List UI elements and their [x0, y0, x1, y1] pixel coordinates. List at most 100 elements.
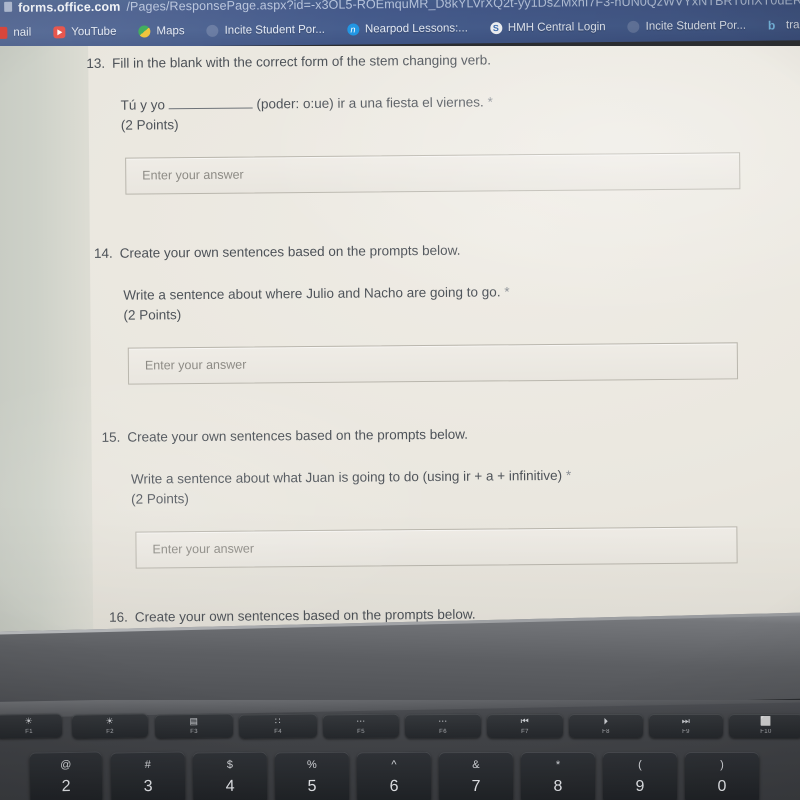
question-title-row: 15. Create your own sentences based on t…: [0, 423, 774, 448]
prompt-text-after-blank: (poder: o:ue) ir a una fiesta el viernes…: [252, 94, 484, 112]
key-shift-symbol: @: [60, 758, 72, 772]
answer-input-13[interactable]: Enter your answer: [125, 152, 741, 195]
browser-viewport: 13. Fill in the blank with the correct f…: [0, 46, 800, 646]
key-digit: 0: [717, 778, 727, 795]
key-shift-symbol: ^: [391, 758, 397, 772]
question-title: Create your own sentences based on the p…: [119, 242, 461, 261]
key-7[interactable]: & 7: [438, 751, 514, 800]
key-shift-symbol: #: [144, 758, 151, 772]
bookmark-label: YouTube: [71, 25, 117, 39]
key-shift-symbol: ): [720, 759, 724, 771]
laptop-keyboard-deck: ☀ F1 ☀ F2 ▤ F3 ∷ F4 ⋯ F5 ⋯ F6 ⏮ F7 ⏵ F8 ⏭ F9 ⬜ F10…: [0, 700, 800, 800]
key-f2[interactable]: ☀ F2: [71, 713, 149, 739]
bookmark-hmh-central-login[interactable]: HMH Central Login: [479, 21, 617, 35]
key-symbol: ⏮: [520, 715, 530, 727]
bookmark-nearpod[interactable]: Nearpod Lessons:...: [336, 22, 479, 36]
question-number: 14.: [93, 245, 113, 261]
key-symbol: ☀: [24, 715, 34, 727]
key-f9[interactable]: ⏭ F9: [649, 714, 723, 738]
key-label: F3: [190, 728, 199, 736]
key-f10[interactable]: ⬜ F10: [729, 714, 800, 738]
bookmark-maps[interactable]: Maps: [127, 25, 195, 38]
key-digit: 2: [61, 777, 71, 796]
key-digit: 7: [471, 777, 481, 796]
bookmark-label: Incite Student Por...: [224, 23, 326, 37]
key-digit: 8: [553, 778, 563, 795]
key-symbol: ⋯: [438, 715, 448, 727]
key-f7[interactable]: ⏮ F7: [486, 713, 564, 739]
question-title: Create your own sentences based on the p…: [127, 426, 469, 445]
gmail-icon: [0, 26, 8, 39]
key-3[interactable]: #3: [110, 751, 186, 800]
key-5[interactable]: % 5: [274, 751, 350, 800]
bookmark-translate-bing[interactable]: b translate - Bing: [757, 18, 800, 32]
bookmark-label: translate - Bing: [785, 18, 800, 32]
number-key-row: @2 #3 $4 % 5 ^ 6 & 7 * 8 (9 ) 0: [0, 744, 800, 800]
question-14: 14. Create your own sentences based on t…: [0, 239, 773, 386]
key-digit: 3: [143, 777, 153, 796]
prompt-text: Write a sentence about where Julio and N…: [123, 284, 501, 303]
url-path: /Pages/ResponsePage.aspx?id=-x3OL5-ROEmq…: [126, 0, 800, 14]
question-15: 15. Create your own sentences based on t…: [0, 423, 775, 570]
key-2[interactable]: @2: [29, 751, 103, 800]
question-title-row: 13. Fill in the blank with the correct f…: [0, 49, 770, 74]
key-f6[interactable]: ⋯ F6: [404, 713, 482, 739]
laptop-photo: forms.office.com/Pages/ResponsePage.aspx…: [0, 0, 800, 800]
form-page: 13. Fill in the blank with the correct f…: [0, 46, 800, 646]
bookmark-label: Nearpod Lessons:...: [364, 22, 468, 36]
bookmark-incite-student-portal-2[interactable]: Incite Student Por...: [617, 20, 757, 33]
answer-placeholder: Enter your answer: [142, 167, 244, 183]
required-asterisk: *: [487, 94, 493, 110]
question-13: 13. Fill in the blank with the correct f…: [0, 49, 771, 196]
bookmark-label: Maps: [156, 25, 185, 38]
generic-favicon-icon: [206, 24, 219, 37]
key-f3[interactable]: ▤ F3: [154, 713, 234, 739]
key-shift-symbol: (: [638, 759, 642, 771]
required-asterisk: *: [565, 467, 572, 484]
key-label: F5: [357, 728, 366, 736]
bookmark-label: nail: [13, 26, 32, 39]
key-shift-symbol: &: [472, 758, 480, 772]
key-symbol: ▤: [189, 715, 199, 727]
question-title-row: 14. Create your own sentences based on t…: [0, 239, 772, 264]
bookmark-youtube[interactable]: YouTube: [42, 26, 127, 39]
key-f8[interactable]: ⏵ F8: [569, 714, 643, 738]
key-f5[interactable]: ⋯ F5: [322, 713, 400, 739]
key-label: F2: [106, 728, 115, 736]
points-label: (2 Points): [120, 117, 179, 134]
key-label: F9: [682, 729, 690, 735]
key-8[interactable]: * 8: [521, 752, 595, 800]
fill-in-blank-line: [168, 107, 253, 110]
key-label: F8: [602, 729, 610, 735]
question-number: 15.: [101, 429, 121, 445]
generic-favicon-icon: [627, 20, 640, 33]
key-label: F7: [521, 728, 529, 736]
key-symbol: ⋯: [356, 715, 366, 727]
question-number: 16.: [109, 609, 128, 625]
key-f1[interactable]: ☀ F1: [0, 713, 63, 739]
answer-input-15[interactable]: Enter your answer: [135, 526, 738, 569]
bookmark-gmail[interactable]: nail: [0, 27, 42, 40]
site-info-icon[interactable]: [4, 1, 13, 12]
key-symbol: ⏭: [681, 716, 691, 726]
points-label: (2 Points): [123, 307, 182, 324]
question-title: Fill in the blank with the correct form …: [111, 52, 492, 71]
key-0[interactable]: ) 0: [685, 752, 759, 800]
key-shift-symbol: *: [555, 759, 561, 771]
prompt-text-before-blank: Tú y yo: [120, 97, 169, 113]
answer-input-14[interactable]: Enter your answer: [127, 342, 739, 385]
hmh-icon: [489, 22, 502, 35]
key-4[interactable]: $4: [192, 751, 268, 800]
key-label: F10: [760, 729, 772, 735]
answer-placeholder: Enter your answer: [152, 541, 255, 557]
question-prompt: Write a sentence about where Julio and N…: [0, 280, 773, 327]
key-digit: 4: [225, 777, 235, 796]
bookmark-incite-student-portal-1[interactable]: Incite Student Por...: [196, 24, 336, 37]
question-prompt: Write a sentence about what Juan is goin…: [0, 464, 774, 511]
nearpod-icon: [346, 23, 360, 36]
key-6[interactable]: ^ 6: [356, 751, 432, 800]
key-f4[interactable]: ∷ F4: [238, 713, 318, 739]
key-9[interactable]: (9: [603, 752, 677, 800]
required-asterisk: *: [504, 284, 510, 300]
question-number: 13.: [86, 55, 106, 71]
